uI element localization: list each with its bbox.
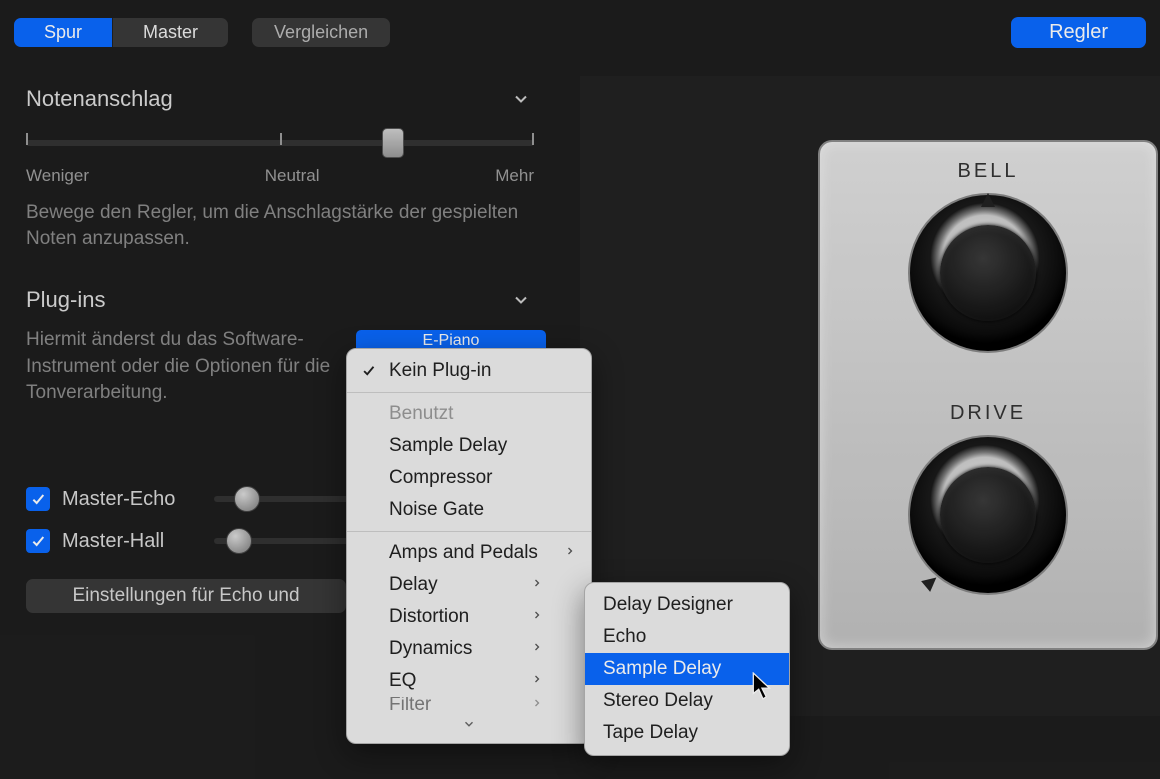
velocity-slider-labels: Weniger Neutral Mehr [26, 166, 534, 186]
knob-bell-label: BELL [820, 160, 1156, 183]
track-master-segmented: Spur Master [14, 18, 228, 47]
menu-item-label: Benutzt [389, 403, 453, 425]
chevron-down-icon[interactable] [508, 86, 534, 112]
master-echo-slider[interactable] [214, 496, 364, 502]
knob-drive-label: DRIVE [820, 402, 1156, 425]
chevron-right-icon [505, 697, 543, 713]
menu-item-no-plugin[interactable]: Kein Plug-in [347, 355, 591, 387]
menu-item-category[interactable]: Filter [347, 697, 591, 713]
menu-item-used[interactable]: Sample Delay [347, 430, 591, 462]
chevron-right-icon [505, 670, 543, 692]
menu-item-label: Kein Plug-in [389, 360, 491, 382]
menu-item-label: Distortion [389, 606, 469, 628]
menu-overflow-indicator[interactable] [347, 713, 591, 737]
tab-master[interactable]: Master [113, 18, 228, 47]
chevron-right-icon [505, 574, 543, 596]
master-hall-label: Master-Hall [62, 530, 202, 553]
master-hall-checkbox[interactable] [26, 529, 50, 553]
top-toolbar: Spur Master Vergleichen Regler [14, 14, 1146, 50]
master-hall-slider[interactable] [214, 538, 364, 544]
master-hall-slider-thumb[interactable] [226, 528, 252, 554]
menu-item-category[interactable]: EQ [347, 665, 591, 697]
controls-button[interactable]: Regler [1011, 17, 1146, 48]
echo-settings-button[interactable]: Einstellungen für Echo und [26, 579, 346, 613]
submenu-item[interactable]: Delay Designer [585, 589, 789, 621]
submenu-item[interactable]: Echo [585, 621, 789, 653]
menu-item-used[interactable]: Noise Gate [347, 494, 591, 526]
velocity-hint: Bewege den Regler, um die Anschlagstärke… [26, 200, 534, 251]
menu-item-label: Delay [389, 574, 438, 596]
tab-track[interactable]: Spur [14, 18, 113, 47]
velocity-slider[interactable] [26, 140, 534, 146]
section-velocity-title: Notenanschlag [26, 86, 173, 112]
section-plugins-header[interactable]: Plug-ins [26, 287, 534, 313]
plugins-description: Hiermit änderst du das Software-Instrume… [26, 327, 336, 407]
menu-item-category[interactable]: Distortion [347, 601, 591, 633]
menu-item-label: Dynamics [389, 638, 472, 660]
menu-header-used: Benutzt [347, 398, 591, 430]
velocity-max-label: Mehr [495, 166, 534, 186]
compare-button[interactable]: Vergleichen [252, 18, 390, 47]
knob-bell[interactable] [908, 193, 1068, 353]
instrument-panel: BELL DRIVE [818, 140, 1158, 650]
master-echo-slider-thumb[interactable] [234, 486, 260, 512]
master-echo-label: Master-Echo [62, 488, 202, 511]
knob-drive[interactable] [908, 435, 1068, 595]
chevron-right-icon [505, 606, 543, 628]
velocity-slider-thumb[interactable] [382, 128, 404, 158]
checkmark-icon [361, 362, 376, 384]
chevron-right-icon [538, 542, 576, 564]
chevron-down-icon[interactable] [508, 287, 534, 313]
menu-item-category[interactable]: Delay [347, 569, 591, 601]
menu-item-label: Filter [389, 697, 431, 713]
menu-item-label: Amps and Pedals [389, 542, 538, 564]
velocity-min-label: Weniger [26, 166, 89, 186]
section-plugins-title: Plug-ins [26, 287, 105, 313]
section-velocity-header[interactable]: Notenanschlag [26, 86, 534, 112]
plugin-menu: Kein Plug-in Benutzt Sample DelayCompres… [346, 348, 592, 744]
submenu-item[interactable]: Stereo Delay [585, 685, 789, 717]
submenu-item[interactable]: Sample Delay [585, 653, 789, 685]
velocity-mid-label: Neutral [265, 166, 320, 186]
plugin-submenu-delay: Delay DesignerEchoSample DelayStereo Del… [584, 582, 790, 756]
menu-item-category[interactable]: Amps and Pedals [347, 537, 591, 569]
menu-item-label: EQ [389, 670, 416, 692]
menu-item-category[interactable]: Dynamics [347, 633, 591, 665]
menu-item-used[interactable]: Compressor [347, 462, 591, 494]
chevron-right-icon [505, 638, 543, 660]
submenu-item[interactable]: Tape Delay [585, 717, 789, 749]
master-echo-checkbox[interactable] [26, 487, 50, 511]
